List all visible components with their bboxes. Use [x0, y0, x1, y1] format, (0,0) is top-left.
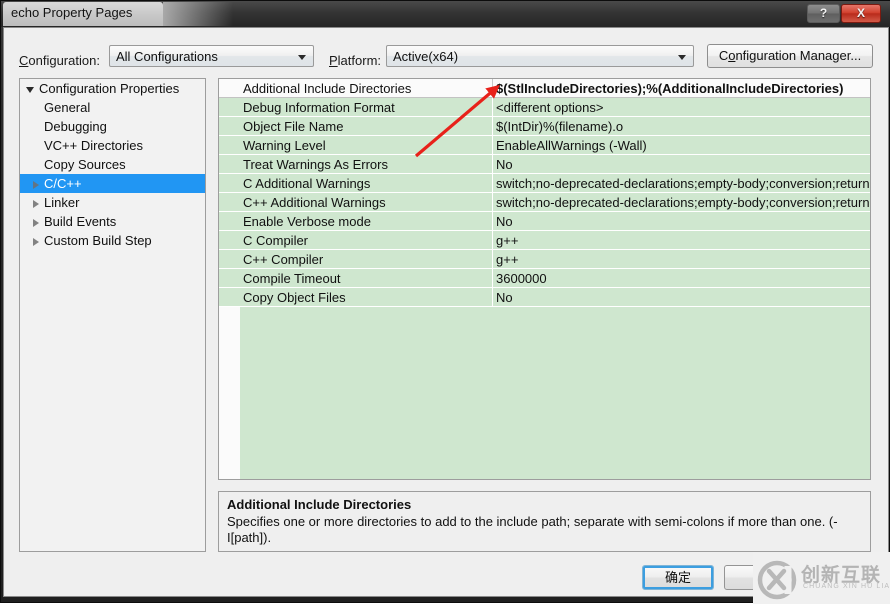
tree-item-build-events[interactable]: Build Events [20, 212, 205, 231]
watermark-logo-icon [757, 560, 797, 600]
tree-item-configuration-properties[interactable]: Configuration Properties [20, 79, 205, 98]
property-name: Debug Information Format [243, 100, 395, 115]
property-value[interactable]: $(StlIncludeDirectories);%(AdditionalInc… [496, 79, 870, 98]
property-row[interactable]: Debug Information Format <different optio… [219, 98, 870, 117]
configuration-select-value: All Configurations [116, 49, 218, 64]
column-divider [492, 98, 493, 117]
chevron-right-icon[interactable] [33, 237, 39, 246]
column-divider [492, 117, 493, 136]
property-row[interactable]: C Compiler g++ [219, 231, 870, 250]
tree-item-vc-directories[interactable]: VC++ Directories [20, 136, 205, 155]
tree-item-label: Debugging [44, 119, 107, 134]
tree-item-label: Build Events [44, 214, 117, 229]
close-button[interactable]: X [841, 4, 881, 23]
configuration-tree[interactable]: Configuration Properties General Debugging… [19, 78, 206, 552]
property-name: Warning Level [243, 138, 326, 153]
chevron-down-icon[interactable] [26, 86, 34, 93]
property-value[interactable]: No [496, 155, 870, 174]
tree-item-copy-sources[interactable]: Copy Sources [20, 155, 205, 174]
property-name: C++ Additional Warnings [243, 195, 386, 210]
tree-item-linker[interactable]: Linker [20, 193, 205, 212]
property-value[interactable]: switch;no-deprecated-declarations;empty-… [496, 174, 870, 193]
platform-select-value: Active(x64) [393, 49, 459, 64]
watermark: 创新互联 CHUANG XIN HU LIAN [753, 552, 890, 604]
property-row[interactable]: Warning Level EnableAllWarnings (-Wall) [219, 136, 870, 155]
description-pane: Additional Include Directories Specifies… [218, 491, 871, 552]
tree-item-label: C/C++ [44, 176, 82, 191]
platform-select[interactable]: Active(x64) [386, 45, 694, 67]
column-divider [492, 193, 493, 212]
config-manager-label-post: nfiguration Manager... [735, 48, 862, 63]
property-name: Treat Warnings As Errors [243, 157, 388, 172]
property-name: Copy Object Files [243, 290, 346, 305]
chevron-right-icon[interactable] [33, 218, 39, 227]
chevron-right-icon[interactable] [33, 180, 39, 189]
property-row[interactable]: Compile Timeout 3600000 [219, 269, 870, 288]
window-frame: echo Property Pages ? X Configuration: A… [0, 0, 890, 604]
column-divider [492, 212, 493, 231]
property-name: Additional Include Directories [243, 81, 412, 96]
property-row[interactable]: C Additional Warnings switch;no-deprecate… [219, 174, 870, 193]
property-name: Enable Verbose mode [243, 214, 371, 229]
tree-item-debugging[interactable]: Debugging [20, 117, 205, 136]
help-button[interactable]: ? [807, 4, 840, 23]
watermark-english-text: CHUANG XIN HU LIAN [803, 583, 890, 590]
property-value[interactable]: EnableAllWarnings (-Wall) [496, 136, 870, 155]
column-divider [492, 79, 493, 98]
window-title: echo Property Pages [11, 5, 133, 20]
property-row[interactable]: C++ Additional Warnings switch;no-depreca… [219, 193, 870, 212]
tree-item-label: Linker [44, 195, 80, 210]
property-value[interactable]: switch;no-deprecated-declarations;empty-… [496, 193, 870, 212]
platform-label: Platform: [329, 53, 382, 68]
property-name: C++ Compiler [243, 252, 324, 267]
column-divider [492, 269, 493, 288]
property-value[interactable]: 3600000 [496, 269, 870, 288]
chevron-down-icon [678, 55, 686, 60]
column-divider [492, 250, 493, 269]
config-manager-label-pre: C [718, 48, 729, 63]
ok-button[interactable]: 确定 [642, 565, 714, 590]
tree-item-label: General [44, 100, 91, 115]
configuration-manager-button[interactable]: Configuration Manager... [707, 44, 873, 68]
title-bar: echo Property Pages ? X [1, 1, 890, 27]
tree-item-general[interactable]: General [20, 98, 205, 117]
tree-item-c-c[interactable]: C/C++ [20, 174, 205, 193]
property-name: C Compiler [243, 233, 309, 248]
chevron-down-icon [298, 55, 306, 60]
column-divider [492, 136, 493, 155]
property-value[interactable]: No [496, 288, 870, 307]
tree-item-label: Custom Build Step [44, 233, 152, 248]
property-row[interactable]: Enable Verbose mode No [219, 212, 870, 231]
column-divider [492, 155, 493, 174]
property-value[interactable]: No [496, 212, 870, 231]
description-title: Additional Include Directories [227, 497, 412, 512]
column-divider [492, 288, 493, 307]
property-value[interactable]: <different options> [496, 98, 870, 117]
title-fade [163, 2, 233, 26]
tree-item-label: Configuration Properties [39, 81, 180, 96]
property-row[interactable]: Additional Include Directories $(StlInclu… [219, 79, 870, 98]
tree-item-custom-build-step[interactable]: Custom Build Step [20, 231, 205, 250]
property-row[interactable]: C++ Compiler g++ [219, 250, 870, 269]
grid-rows: Additional Include Directories $(StlInclu… [219, 79, 870, 307]
description-text: Specifies one or more directories to add… [227, 514, 838, 545]
property-name: Compile Timeout [243, 271, 341, 286]
column-divider [492, 174, 493, 193]
property-name: C Additional Warnings [243, 176, 371, 191]
property-name: Object File Name [243, 119, 344, 134]
tree-item-label: VC++ Directories [44, 138, 143, 153]
property-value[interactable]: $(IntDir)%(filename).o [496, 117, 870, 136]
property-row[interactable]: Copy Object Files No [219, 288, 870, 307]
property-value[interactable]: g++ [496, 250, 870, 269]
chevron-right-icon[interactable] [33, 199, 39, 208]
property-value[interactable]: g++ [496, 231, 870, 250]
property-grid[interactable]: Additional Include Directories $(StlInclu… [218, 78, 871, 480]
tree-item-label: Copy Sources [44, 157, 126, 172]
configuration-label: Configuration: [19, 53, 100, 68]
property-row[interactable]: Object File Name $(IntDir)%(filename).o [219, 117, 870, 136]
configuration-select[interactable]: All Configurations [109, 45, 314, 67]
property-row[interactable]: Treat Warnings As Errors No [219, 155, 870, 174]
column-divider [492, 231, 493, 250]
